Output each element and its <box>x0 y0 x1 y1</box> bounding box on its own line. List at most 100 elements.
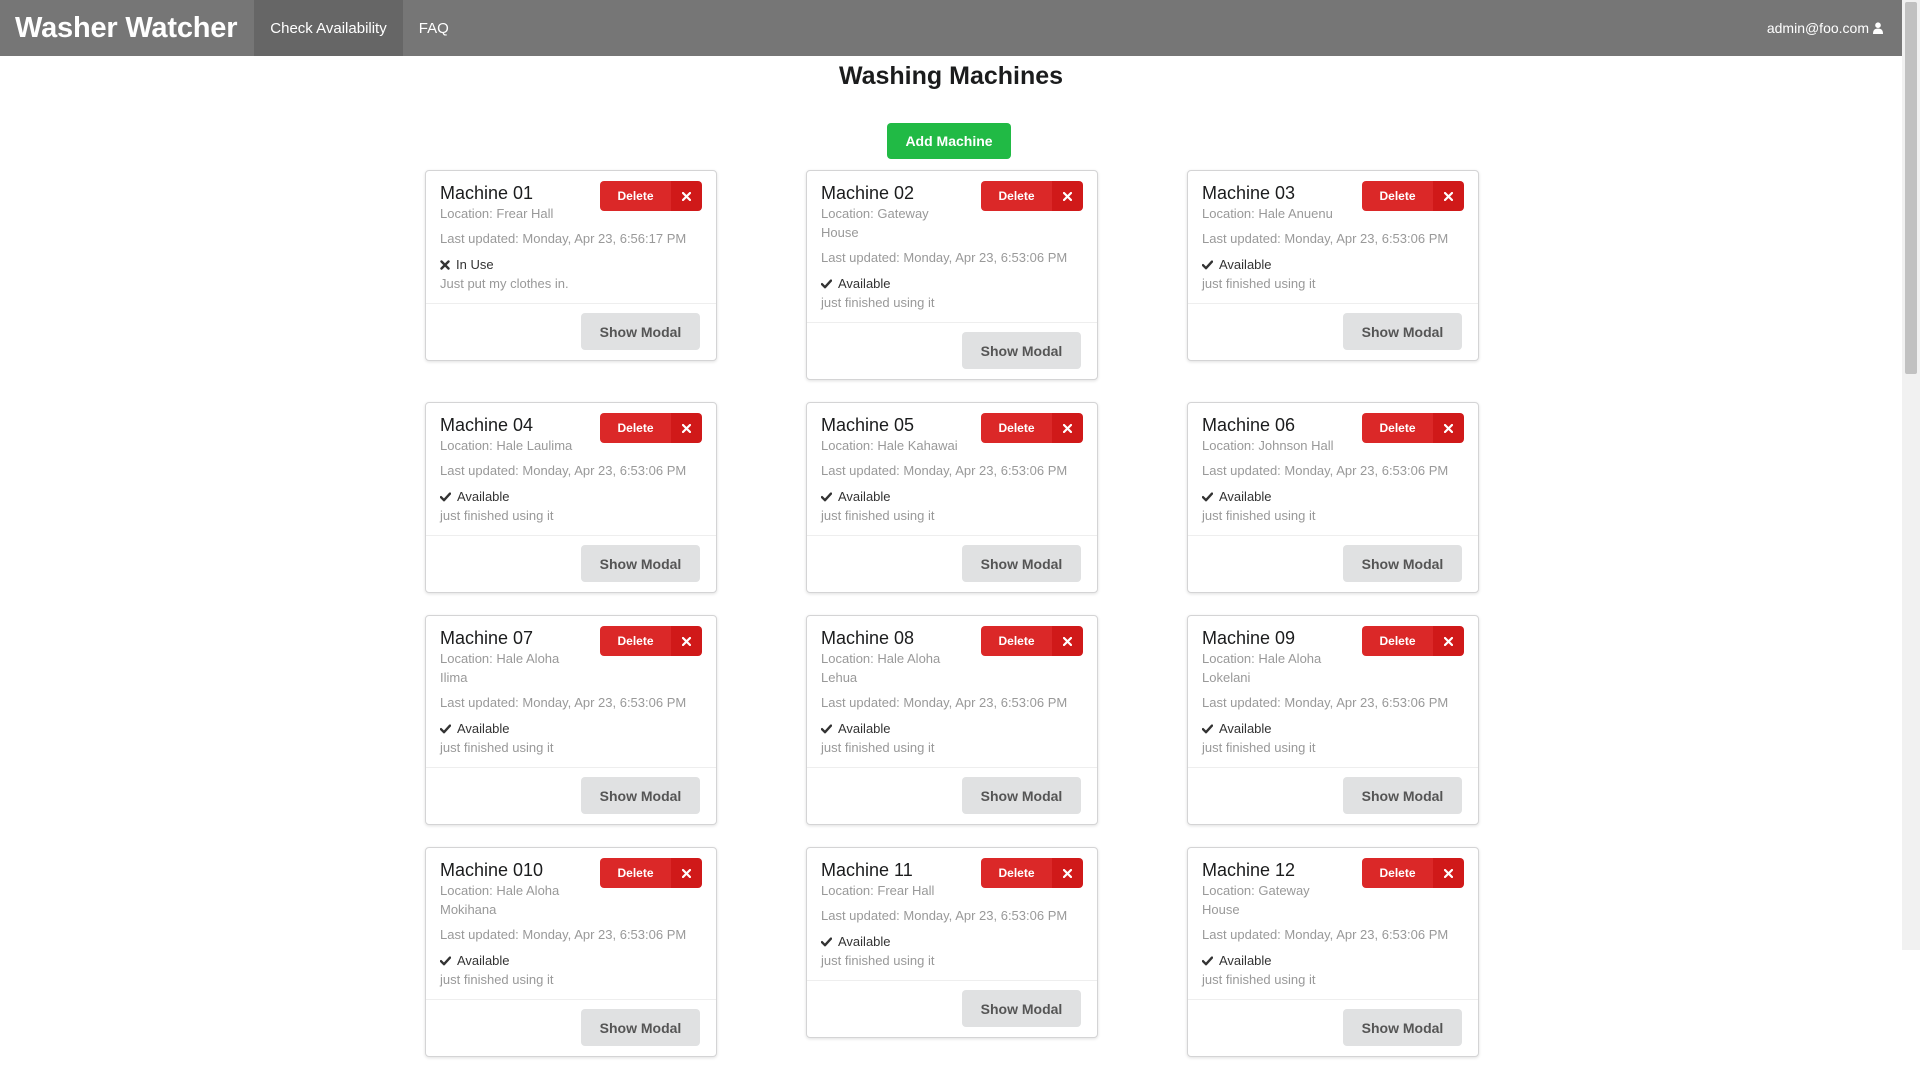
delete-button[interactable]: Delete <box>600 626 702 656</box>
status-text: Available <box>838 276 891 291</box>
check-icon <box>821 937 832 947</box>
x-icon <box>440 260 450 270</box>
delete-button-label: Delete <box>1362 413 1433 443</box>
machine-status: Available <box>821 275 1083 293</box>
card-footer: Show Modal <box>1188 999 1478 1056</box>
delete-button[interactable]: Delete <box>600 858 702 888</box>
machine-card-4: Delete Machine 04 Location: Hale Laulima… <box>425 402 717 593</box>
machine-card-3: Delete Machine 03 Location: Hale Anuenu … <box>1187 170 1479 361</box>
scrollbar-thumb[interactable] <box>1905 2 1917 374</box>
machine-location: Location: Hale Kahawai <box>821 438 958 453</box>
delete-button[interactable]: Delete <box>981 626 1083 656</box>
delete-button[interactable]: Delete <box>981 413 1083 443</box>
machine-name: Machine 03 <box>1202 183 1296 203</box>
machine-location: Location: Gateway House <box>821 206 929 240</box>
delete-x-icon[interactable] <box>1052 181 1083 211</box>
delete-button[interactable]: Delete <box>1362 181 1464 211</box>
machine-note: just finished using it <box>1202 508 1316 523</box>
machine-note: just finished using it <box>440 972 554 987</box>
delete-x-icon[interactable] <box>1433 413 1464 443</box>
delete-x-icon[interactable] <box>671 413 702 443</box>
delete-x-icon[interactable] <box>1433 181 1464 211</box>
machine-card-2: Delete Machine 02 Location: Gateway Hous… <box>806 170 1098 380</box>
machine-card-1: Delete Machine 01 Location: Frear Hall L… <box>425 170 717 361</box>
delete-button-label: Delete <box>600 858 671 888</box>
delete-x-icon[interactable] <box>1052 858 1083 888</box>
show-modal-button[interactable]: Show Modal <box>581 1009 700 1046</box>
card-footer: Show Modal <box>426 999 716 1056</box>
card-content: Delete Machine 04 Location: Hale Laulima… <box>426 403 716 535</box>
delete-button[interactable]: Delete <box>600 181 702 211</box>
machine-last-updated: Last updated: Monday, Apr 23, 6:53:06 PM <box>1202 463 1449 478</box>
card-content: Delete Machine 01 Location: Frear Hall L… <box>426 171 716 303</box>
delete-x-icon[interactable] <box>671 626 702 656</box>
card-footer: Show Modal <box>807 767 1097 824</box>
machine-name: Machine 07 <box>440 628 534 648</box>
delete-x-icon[interactable] <box>671 181 702 211</box>
navbar-spacer <box>465 0 1767 56</box>
delete-button[interactable]: Delete <box>1362 858 1464 888</box>
show-modal-button[interactable]: Show Modal <box>962 777 1081 814</box>
machine-card-5: Delete Machine 05 Location: Hale Kahawai… <box>806 402 1098 593</box>
machine-card-10: Delete Machine 010 Location: Hale Aloha … <box>425 847 717 1057</box>
show-modal-button[interactable]: Show Modal <box>962 332 1081 369</box>
status-text: Available <box>1219 257 1272 272</box>
show-modal-button[interactable]: Show Modal <box>962 545 1081 582</box>
show-modal-button[interactable]: Show Modal <box>1343 313 1462 350</box>
machine-note: just finished using it <box>1202 740 1316 755</box>
show-modal-button[interactable]: Show Modal <box>1343 545 1462 582</box>
machine-name: Machine 02 <box>821 183 915 203</box>
add-machine-button[interactable]: Add Machine <box>887 123 1011 159</box>
machine-location: Location: Johnson Hall <box>1202 438 1334 453</box>
nav-faq[interactable]: FAQ <box>403 0 465 56</box>
show-modal-button[interactable]: Show Modal <box>581 313 700 350</box>
delete-button[interactable]: Delete <box>1362 413 1464 443</box>
card-content: Delete Machine 09 Location: Hale Aloha L… <box>1188 616 1478 767</box>
show-modal-button[interactable]: Show Modal <box>1343 777 1462 814</box>
card-footer: Show Modal <box>426 535 716 592</box>
delete-button-label: Delete <box>981 181 1052 211</box>
delete-x-icon[interactable] <box>671 858 702 888</box>
card-content: Delete Machine 12 Location: Gateway Hous… <box>1188 848 1478 999</box>
machine-status: Available <box>821 933 1083 951</box>
delete-x-icon[interactable] <box>1433 626 1464 656</box>
card-footer: Show Modal <box>426 767 716 824</box>
nav-check-availability[interactable]: Check Availability <box>254 0 403 56</box>
delete-button-label: Delete <box>600 181 671 211</box>
check-icon <box>440 492 451 502</box>
machine-name: Machine 09 <box>1202 628 1296 648</box>
show-modal-button[interactable]: Show Modal <box>1343 1009 1462 1046</box>
machine-status: Available <box>440 952 702 970</box>
delete-button[interactable]: Delete <box>981 858 1083 888</box>
card-footer: Show Modal <box>1188 303 1478 360</box>
check-icon <box>821 279 832 289</box>
delete-button[interactable]: Delete <box>600 413 702 443</box>
check-icon <box>821 492 832 502</box>
machine-name: Machine 010 <box>440 860 544 880</box>
delete-button[interactable]: Delete <box>981 181 1083 211</box>
machine-name: Machine 01 <box>440 183 534 203</box>
delete-button[interactable]: Delete <box>1362 626 1464 656</box>
card-content: Delete Machine 06 Location: Johnson Hall… <box>1188 403 1478 535</box>
machine-last-updated: Last updated: Monday, Apr 23, 6:53:06 PM <box>821 908 1068 923</box>
show-modal-button[interactable]: Show Modal <box>581 777 700 814</box>
delete-button-label: Delete <box>600 626 671 656</box>
machine-last-updated: Last updated: Monday, Apr 23, 6:53:06 PM <box>440 463 687 478</box>
delete-x-icon[interactable] <box>1433 858 1464 888</box>
card-content: Delete Machine 08 Location: Hale Aloha L… <box>807 616 1097 767</box>
machine-card-6: Delete Machine 06 Location: Johnson Hall… <box>1187 402 1479 593</box>
brand-logo[interactable]: Washer Watcher <box>0 0 254 56</box>
status-text: Available <box>457 953 510 968</box>
page-scrollbar[interactable] <box>1902 0 1920 950</box>
machine-last-updated: Last updated: Monday, Apr 23, 6:53:06 PM <box>821 463 1068 478</box>
delete-x-icon[interactable] <box>1052 626 1083 656</box>
machine-name: Machine 11 <box>821 860 913 880</box>
machine-name: Machine 08 <box>821 628 915 648</box>
check-icon <box>821 724 832 734</box>
show-modal-button[interactable]: Show Modal <box>581 545 700 582</box>
delete-x-icon[interactable] <box>1052 413 1083 443</box>
user-menu[interactable]: admin@foo.com <box>1767 0 1902 56</box>
top-navbar: Washer Watcher Check Availability FAQ ad… <box>0 0 1902 56</box>
card-content: Delete Machine 03 Location: Hale Anuenu … <box>1188 171 1478 303</box>
show-modal-button[interactable]: Show Modal <box>962 990 1081 1027</box>
